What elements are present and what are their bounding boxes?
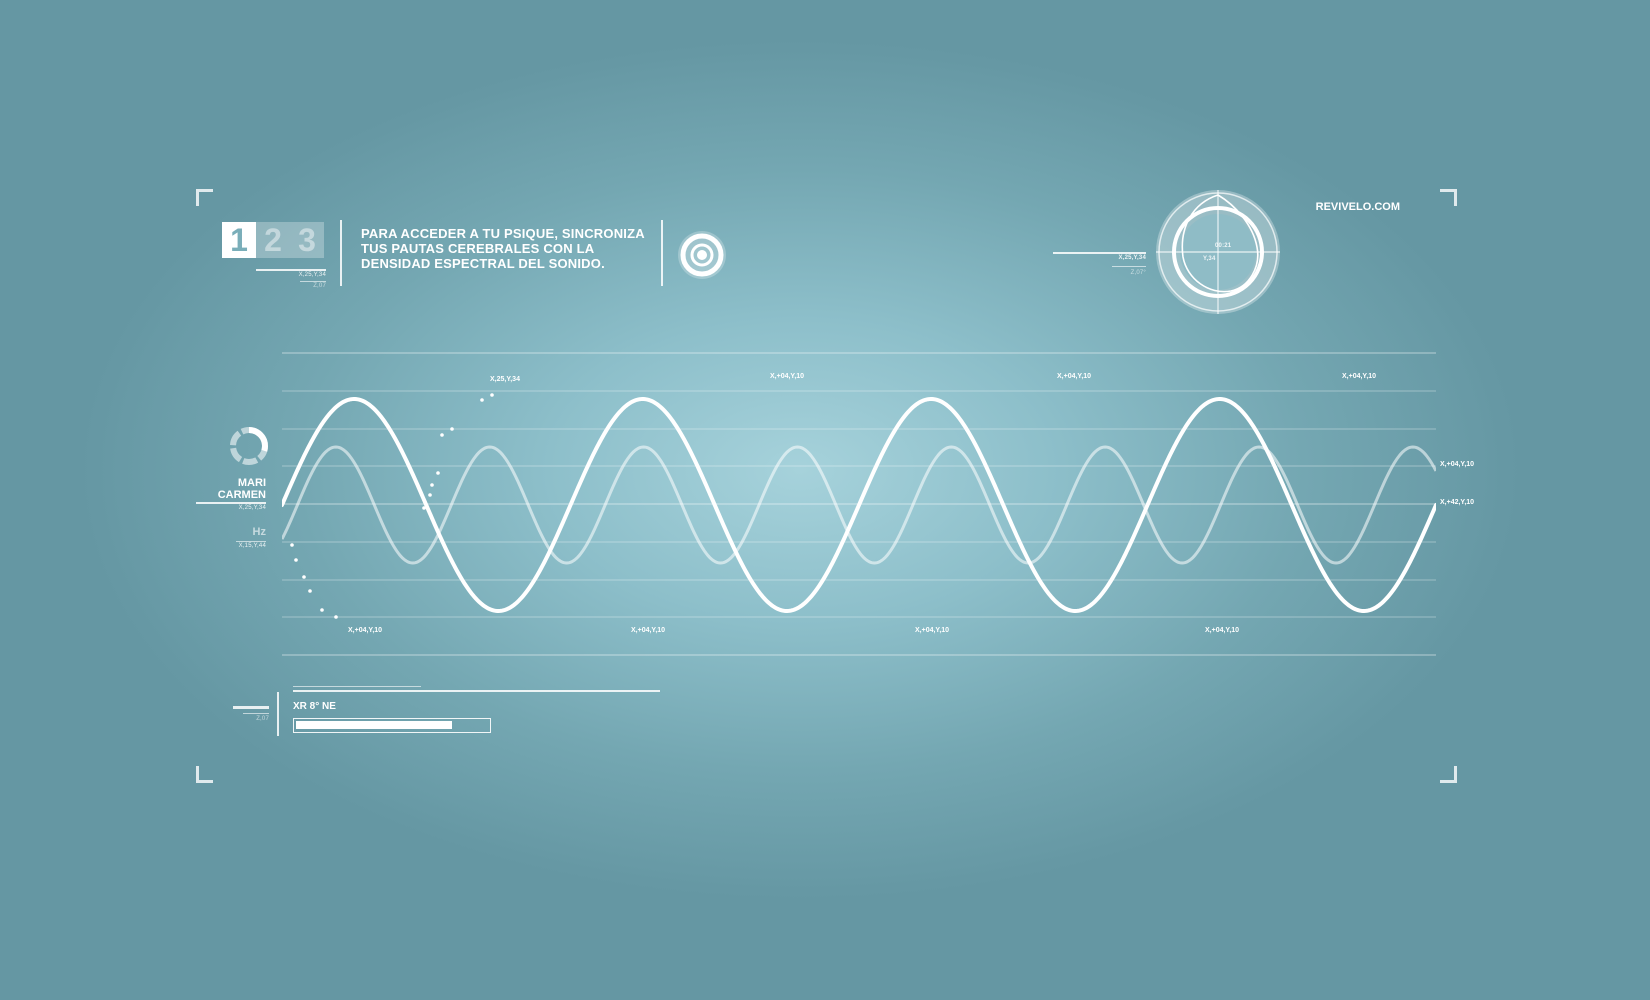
wave-label-bottom-4: X,+04,Y,10	[1205, 627, 1240, 634]
dial-time: 00:21	[1215, 243, 1232, 249]
wave-particle	[440, 433, 444, 437]
status-sub: Z,07	[256, 716, 269, 722]
waveform-primary	[282, 396, 1436, 614]
wave-particle	[308, 589, 312, 593]
step-sub-line	[300, 281, 326, 282]
instruction-text: PARA ACCEDER A TU PSIQUE, SINCRONIZA TUS…	[361, 226, 645, 271]
frame-corner-top-left	[196, 189, 213, 206]
dial-sub: Z,07°	[1130, 270, 1146, 276]
wave-particle	[480, 398, 484, 402]
user-name-underline	[196, 502, 266, 504]
target-icon[interactable]	[674, 227, 730, 283]
step-2[interactable]: 2	[256, 222, 290, 258]
step-underline	[256, 269, 326, 271]
wave-particle	[302, 575, 306, 579]
status-top-line-accent	[293, 686, 421, 687]
wave-label-bottom-1: X,+04,Y,10	[348, 627, 383, 634]
status-top-line	[293, 690, 660, 692]
progress-bar	[293, 718, 491, 733]
dial-gauge	[1156, 190, 1280, 314]
user-name: MARI CARMEN	[190, 477, 266, 501]
wave-label-right-2: X,+42,Y,10	[1440, 499, 1475, 506]
frame-corner-bottom-right	[1440, 766, 1457, 783]
wave-particle	[490, 393, 494, 397]
wave-particle	[430, 483, 434, 487]
unit-underline	[236, 541, 266, 542]
dial-pointer-line	[1053, 252, 1146, 254]
brand-label[interactable]: REVIVELO.COM	[1300, 201, 1400, 213]
wave-particle	[428, 493, 432, 497]
wave-particle	[320, 608, 324, 612]
wave-particle	[422, 506, 426, 510]
dial-coord: X,25,Y,34	[1118, 255, 1146, 261]
step-1[interactable]: 1	[222, 222, 256, 258]
step-caption: X,25,Y,34	[298, 272, 326, 278]
wave-label-top-3: X,+04,Y,10	[1057, 373, 1092, 380]
wave-particle	[294, 558, 298, 562]
wave-label-top-2: X,+04,Y,10	[770, 373, 805, 380]
loading-ring-icon	[230, 427, 268, 465]
progress-fill	[296, 721, 452, 729]
status-side-line	[233, 706, 269, 709]
wave-label-right-1: X,+04,Y,10	[1440, 461, 1475, 468]
wave-particle	[334, 615, 338, 619]
wave-particle	[436, 471, 440, 475]
wave-label-top-4: X,+04,Y,10	[1342, 373, 1377, 380]
frame-corner-bottom-left	[196, 766, 213, 783]
user-name-line2: CARMEN	[217, 489, 266, 501]
wave-particle	[290, 543, 294, 547]
user-name-line1: MARI	[237, 477, 266, 489]
wave-label-bottom-2: X,+04,Y,10	[631, 627, 666, 634]
wave-particle	[450, 427, 454, 431]
frame-corner-top-right	[1440, 189, 1457, 206]
user-coord: X,25,Y,34	[238, 505, 266, 511]
unit-coord: X,15,Y,44	[238, 543, 266, 549]
step-sub-caption: Z,07	[313, 283, 326, 289]
wave-label-bottom-3: X,+04,Y,10	[915, 627, 950, 634]
dial-sub-line	[1112, 266, 1146, 267]
divider-right	[661, 220, 663, 286]
unit-label: Hz	[252, 526, 266, 538]
status-label: XR 8° NE	[293, 701, 336, 712]
divider-left	[340, 220, 342, 286]
status-side-line-2	[243, 713, 269, 714]
status-divider	[277, 692, 279, 736]
dial-y-label: Y,34	[1203, 256, 1216, 262]
waveform-chart	[282, 352, 1436, 656]
step-3[interactable]: 3	[290, 222, 324, 258]
wave-label-top-1: X,25,Y,34	[490, 376, 520, 383]
